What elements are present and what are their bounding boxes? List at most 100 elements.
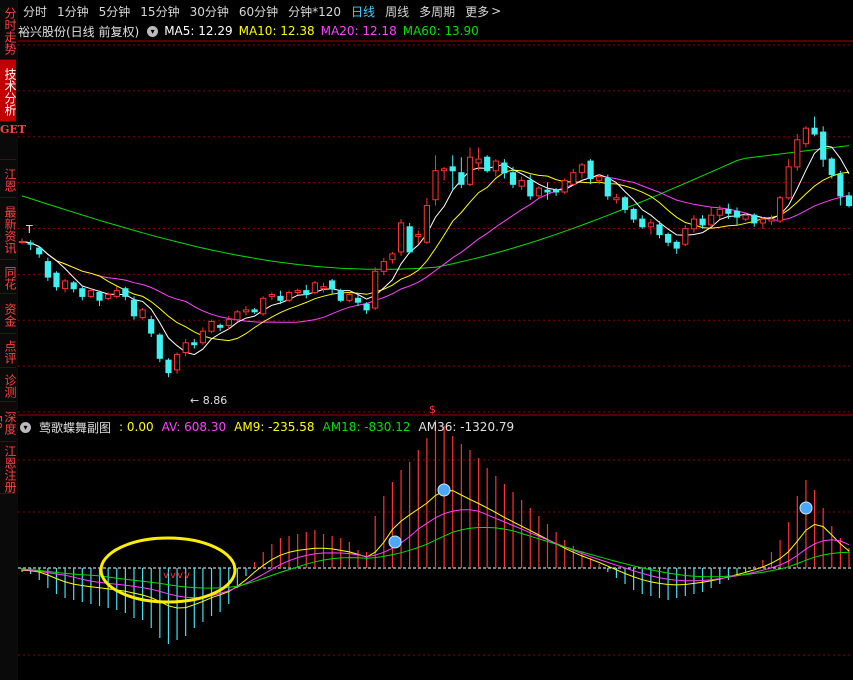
chevron-down-icon[interactable]: ▾ bbox=[20, 421, 31, 433]
candle-up bbox=[174, 353, 181, 371]
candle-up bbox=[759, 218, 766, 224]
candle-down bbox=[406, 226, 413, 253]
candle-down bbox=[191, 342, 198, 346]
candle-up bbox=[423, 205, 430, 243]
candle-down bbox=[828, 158, 835, 176]
candle-up bbox=[18, 241, 26, 243]
candle-up bbox=[441, 168, 448, 172]
candle-up bbox=[647, 222, 654, 228]
candle-down bbox=[44, 261, 51, 278]
candle-down bbox=[70, 282, 77, 290]
candle-up bbox=[62, 280, 69, 290]
candle-down bbox=[96, 292, 103, 301]
candle-up bbox=[596, 176, 603, 181]
candle-up bbox=[492, 160, 499, 172]
candle-up bbox=[432, 170, 439, 201]
candle-down bbox=[725, 208, 732, 214]
candle-down bbox=[165, 359, 172, 374]
candle-down bbox=[79, 288, 86, 297]
red-arrow-icon: v bbox=[184, 570, 190, 581]
candle-up bbox=[294, 290, 301, 294]
signal-ball bbox=[437, 483, 451, 497]
candle-down bbox=[363, 303, 370, 311]
candle-up bbox=[794, 139, 801, 168]
candle-up bbox=[466, 156, 474, 185]
candle-down bbox=[251, 309, 258, 313]
candle-up bbox=[105, 294, 112, 299]
candle-down bbox=[751, 214, 758, 224]
candle-up bbox=[372, 270, 379, 309]
candle-down bbox=[673, 241, 680, 249]
candle-up bbox=[286, 292, 293, 301]
candle-down bbox=[53, 272, 60, 288]
candle-up bbox=[320, 286, 327, 290]
indicator-header: ▾ 莺歌蝶舞副图 : 0.00 AV: 608.30 AM9: -235.58 … bbox=[18, 418, 853, 436]
candle-up bbox=[777, 197, 784, 222]
candle-up bbox=[613, 197, 620, 201]
red-arrow-icon: v bbox=[170, 570, 176, 581]
kline-chart[interactable]: v v v vT bbox=[0, 0, 853, 680]
low-price-label: ← 8.86 bbox=[190, 394, 228, 407]
candle-down bbox=[501, 162, 508, 174]
candle-up bbox=[234, 311, 241, 321]
candle-down bbox=[130, 299, 138, 317]
indicator-am36: AM36: -1320.79 bbox=[418, 420, 515, 434]
candle-up bbox=[690, 218, 698, 230]
signal-ball bbox=[388, 535, 402, 549]
candle-down bbox=[354, 297, 362, 303]
candle-up bbox=[139, 309, 146, 319]
candle-down bbox=[217, 324, 224, 328]
indicator-am9: AM9: -235.58 bbox=[234, 420, 315, 434]
candle-up bbox=[768, 218, 775, 222]
candle-up bbox=[225, 319, 232, 326]
marker-t: T bbox=[25, 223, 33, 236]
candle-up bbox=[87, 290, 95, 297]
candle-up bbox=[682, 228, 689, 245]
candle-down bbox=[656, 224, 663, 236]
candle-down bbox=[458, 172, 465, 185]
indicator-zero: : 0.00 bbox=[119, 420, 154, 434]
candle-down bbox=[665, 234, 672, 243]
candle-up bbox=[802, 127, 809, 145]
candle-down bbox=[337, 290, 344, 301]
candle-down bbox=[553, 189, 560, 193]
candle-down bbox=[621, 197, 629, 210]
candle-down bbox=[509, 172, 517, 185]
candle-down bbox=[820, 131, 827, 160]
candle-up bbox=[389, 253, 396, 261]
candle-down bbox=[148, 319, 155, 334]
indicator-am18: AM18: -830.12 bbox=[322, 420, 411, 434]
candle-down bbox=[303, 290, 310, 296]
candle-down bbox=[845, 195, 853, 207]
red-arrow-icon: v bbox=[177, 570, 183, 581]
candle-down bbox=[329, 280, 336, 290]
candle-down bbox=[604, 178, 611, 197]
candle-up bbox=[268, 294, 275, 297]
candle-up bbox=[518, 179, 525, 187]
candle-up bbox=[311, 282, 318, 294]
candle-down bbox=[484, 156, 491, 172]
indicator-av: AV: 608.30 bbox=[161, 420, 227, 434]
candle-down bbox=[36, 247, 43, 255]
candle-up bbox=[578, 164, 586, 174]
candle-down bbox=[449, 166, 456, 172]
candle-up bbox=[380, 261, 387, 272]
candle-down bbox=[122, 288, 129, 297]
candle-up bbox=[535, 187, 542, 197]
signal-ball bbox=[799, 501, 813, 515]
candle-up bbox=[199, 330, 207, 344]
candle-up bbox=[716, 208, 723, 216]
candle-down bbox=[587, 160, 594, 180]
candle-down bbox=[837, 174, 844, 197]
candle-up bbox=[113, 290, 120, 297]
candle-up bbox=[742, 214, 749, 220]
candle-down bbox=[630, 208, 637, 220]
candle-up bbox=[242, 309, 250, 313]
candle-up bbox=[415, 234, 422, 237]
candle-down bbox=[156, 334, 163, 359]
indicator-name[interactable]: 莺歌蝶舞副图 bbox=[39, 419, 111, 436]
candle-up bbox=[570, 172, 577, 185]
candle-up bbox=[785, 166, 792, 199]
candle-down bbox=[811, 127, 818, 135]
candle-up bbox=[346, 294, 353, 301]
